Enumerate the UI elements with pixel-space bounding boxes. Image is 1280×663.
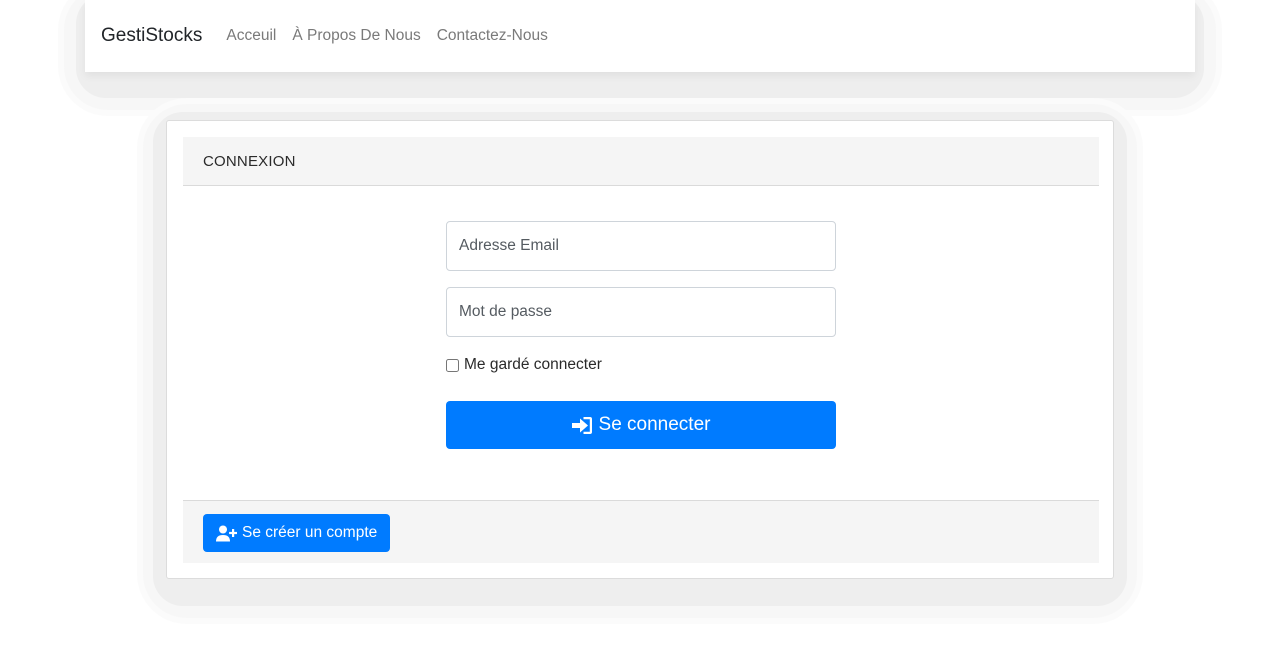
navbar: GestiStocks Acceuil À Propos De Nous Con… <box>85 0 1195 72</box>
login-button-label: Se connecter <box>598 414 711 435</box>
register-button-label: Se créer un compte <box>242 524 378 541</box>
nav-link-accueil[interactable]: Acceuil <box>226 27 276 45</box>
user-plus-icon <box>216 525 237 541</box>
login-card: CONNEXION Me gardé connecter Se connecte… <box>166 120 1114 579</box>
login-button[interactable]: Se connecter <box>446 401 836 449</box>
register-button[interactable]: Se créer un compte <box>203 514 391 552</box>
card-footer: Se créer un compte <box>183 500 1099 563</box>
remember-label: Me gardé connecter <box>464 356 602 373</box>
brand-link[interactable]: GestiStocks <box>101 25 202 47</box>
sign-in-icon <box>571 416 592 434</box>
nav-link-a-propos[interactable]: À Propos De Nous <box>292 27 420 45</box>
nav-link-contact[interactable]: Contactez-Nous <box>437 27 548 45</box>
remember-me[interactable]: Me gardé connecter <box>446 356 602 374</box>
remember-checkbox[interactable] <box>446 358 459 372</box>
password-input[interactable] <box>446 287 836 337</box>
card-header: CONNEXION <box>183 137 1099 186</box>
email-input[interactable] <box>446 221 836 271</box>
